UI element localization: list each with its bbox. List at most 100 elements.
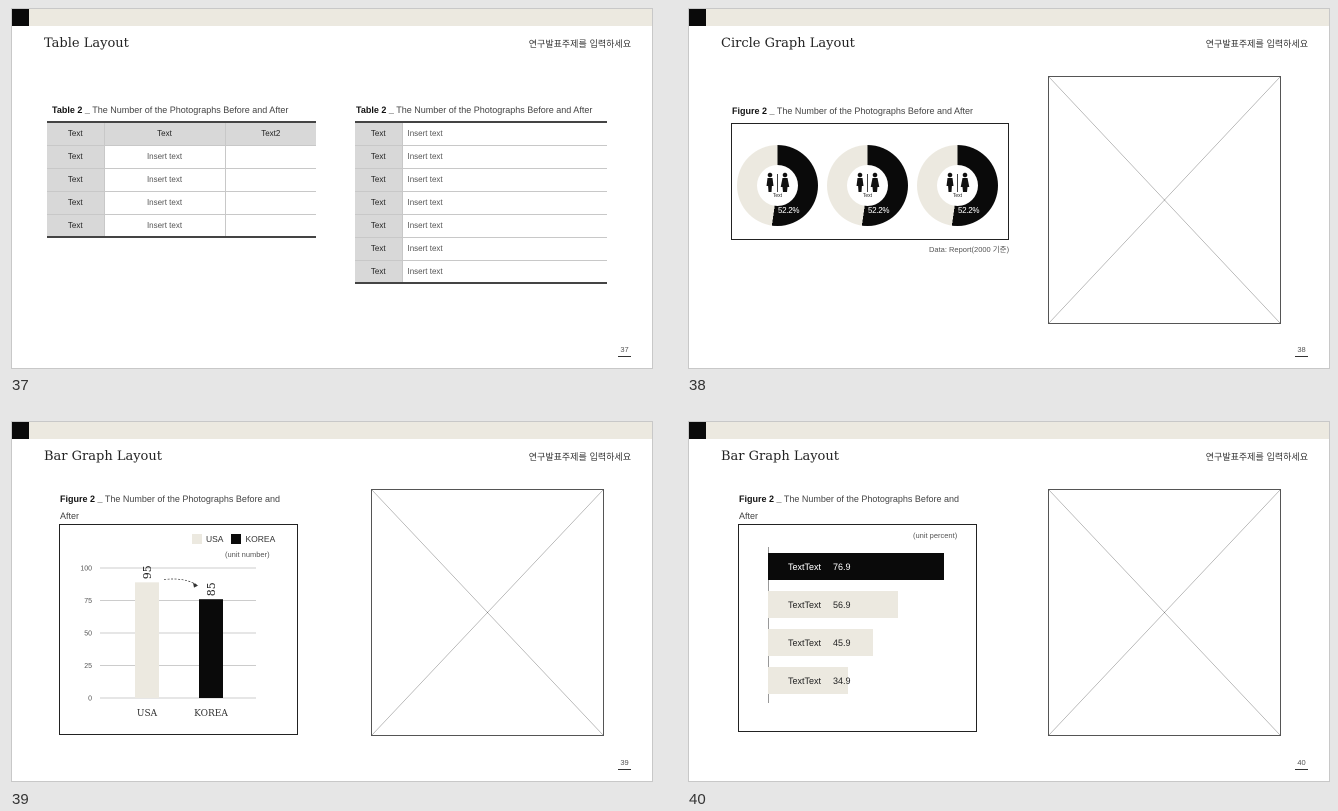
table1-row-head: Text bbox=[47, 168, 105, 192]
slide-top-bar bbox=[689, 9, 1329, 26]
table1-cell bbox=[225, 145, 316, 169]
slide-39[interactable]: Bar Graph Layout 연구발표주제를 입력하세요 Figure 2 … bbox=[11, 421, 653, 782]
slide-title: Table Layout bbox=[44, 36, 129, 51]
slide-top-bar bbox=[689, 422, 1329, 439]
donut-center-label: Text bbox=[862, 193, 873, 199]
table2-caption-bold: Table 2 _ bbox=[356, 105, 394, 115]
slide-number-label: 37 bbox=[12, 377, 29, 394]
donut-hole: Text bbox=[847, 165, 888, 206]
table2-cell: Insert text bbox=[401, 191, 607, 215]
slide-corner-block bbox=[12, 422, 29, 439]
table-row: Text Insert text bbox=[47, 191, 316, 215]
table2-row-head: Text bbox=[355, 121, 402, 146]
table-row: Text Insert text bbox=[47, 214, 316, 238]
table1-row-head: Text bbox=[47, 145, 105, 169]
table-row: Text Insert text bbox=[355, 214, 607, 238]
hbar-value-label: 56.9 bbox=[833, 599, 851, 610]
table1-header-cell: Text bbox=[47, 121, 105, 146]
table-row: Text Insert text bbox=[355, 168, 607, 192]
slide-37[interactable]: Table Layout 연구발표주제를 입력하세요 Table 2 _ The… bbox=[11, 8, 653, 369]
table2-cell: Insert text bbox=[401, 214, 607, 238]
image-placeholder[interactable] bbox=[1048, 76, 1281, 324]
donut-center-label: Text bbox=[952, 193, 963, 199]
table1-cell bbox=[225, 214, 316, 238]
data-label: 85 bbox=[205, 582, 218, 596]
table2-row-head: Text bbox=[355, 168, 402, 192]
table2-row-head: Text bbox=[355, 145, 402, 169]
table1-header-cell: Text bbox=[104, 121, 226, 146]
slide-subject: 연구발표주제를 입력하세요 bbox=[1205, 40, 1308, 50]
table-row: Text Insert text bbox=[355, 237, 607, 261]
table2-cell: Insert text bbox=[401, 168, 607, 192]
hbar-figure-box: (unit percent) TextText 76.9 TextText 56.9 T… bbox=[738, 524, 977, 732]
donut-chart: Text 52.2% bbox=[827, 145, 908, 226]
slide-subject: 연구발표주제를 입력하세요 bbox=[528, 40, 631, 50]
figure-caption-text: The Number of the Photographs Before and… bbox=[774, 106, 973, 116]
slide-top-bar bbox=[12, 9, 652, 26]
table1-cell: Insert text bbox=[104, 191, 226, 215]
trend-arrow bbox=[163, 578, 199, 586]
table1-cell: Insert text bbox=[104, 145, 226, 169]
hbar-category-label: TextText bbox=[788, 561, 822, 572]
page-number: 39 bbox=[618, 758, 631, 770]
table1: Text Text Text2 Text Insert text Text In… bbox=[47, 121, 316, 238]
figure-caption: Figure 2 _ The Number of the Photographs… bbox=[739, 491, 979, 525]
figure-caption-bold: Figure 2 _ bbox=[739, 494, 782, 504]
table-row: Text Insert text bbox=[355, 121, 607, 146]
slide-number-label: 38 bbox=[689, 377, 706, 394]
hbar-value-label: 76.9 bbox=[833, 561, 851, 572]
y-tick-label: 25 bbox=[84, 663, 92, 670]
slide-corner-block bbox=[12, 9, 29, 26]
table1-caption-bold: Table 2 _ bbox=[52, 105, 90, 115]
table2: Text Insert text Text Insert text Text Inse… bbox=[355, 121, 607, 284]
table1-row-head: Text bbox=[47, 191, 105, 215]
hbar: TextText 45.9 bbox=[768, 629, 873, 656]
figure-caption: Figure 2 _ The Number of the Photographs… bbox=[60, 491, 300, 525]
hbar-value-label: 34.9 bbox=[833, 675, 851, 686]
unit-label: (unit percent) bbox=[913, 531, 958, 540]
y-tick-label: 50 bbox=[84, 631, 92, 638]
slide-number-label: 39 bbox=[12, 791, 29, 808]
slide-subject: 연구발표주제를 입력하세요 bbox=[528, 453, 631, 463]
table1-caption-text: The Number of the Photographs Before and… bbox=[89, 105, 289, 115]
table2-cell: Insert text bbox=[401, 237, 607, 261]
table2-caption-text: The Number of the Photographs Before and… bbox=[393, 105, 593, 115]
table1-header-cell: Text2 bbox=[225, 121, 316, 146]
restroom-people-icon bbox=[946, 172, 970, 192]
y-tick-label: 0 bbox=[88, 696, 92, 703]
image-placeholder[interactable] bbox=[1048, 489, 1281, 736]
table-row: Text Insert text bbox=[355, 145, 607, 169]
donut-center-label: Text bbox=[772, 193, 783, 199]
table2-row-head: Text bbox=[355, 237, 402, 261]
image-placeholder[interactable] bbox=[371, 489, 604, 736]
figure-caption-bold: Figure 2 _ bbox=[60, 494, 103, 504]
table1-row-head: Text bbox=[47, 214, 105, 238]
donut-figure-box: Text 52.2% Text 52.2% Text 52.2% bbox=[731, 123, 1009, 240]
hbar: TextText 34.9 bbox=[768, 667, 851, 694]
data-source-note: Data: Report(2000 기준) bbox=[929, 245, 1010, 254]
x-tick-label: KOREA bbox=[194, 709, 228, 719]
restroom-people-icon bbox=[766, 172, 790, 192]
table1-cell: Insert text bbox=[104, 214, 226, 238]
table1-cell bbox=[225, 168, 316, 192]
table-row: Text Insert text bbox=[47, 168, 316, 192]
table1-caption: Table 2 _ The Number of the Photographs … bbox=[52, 102, 288, 119]
table-row: Text Insert text bbox=[355, 191, 607, 215]
hbar-category-label: TextText bbox=[788, 675, 822, 686]
hbar: TextText 56.9 bbox=[768, 591, 898, 618]
table2-cell: Insert text bbox=[401, 145, 607, 169]
donut-value-label: 52.2% bbox=[958, 206, 980, 215]
hbar: TextText 76.9 bbox=[768, 553, 944, 580]
y-tick-label: 75 bbox=[84, 598, 92, 605]
donut-chart: Text 52.2% bbox=[917, 145, 998, 226]
table2-cell: Insert text bbox=[401, 121, 607, 146]
placeholder-cross-icon bbox=[1049, 77, 1280, 323]
slide-38[interactable]: Circle Graph Layout 연구발표주제를 입력하세요 Figure… bbox=[688, 8, 1330, 369]
arrow-head-icon bbox=[193, 582, 198, 588]
slide-title: Circle Graph Layout bbox=[721, 36, 855, 51]
slide-top-bar bbox=[12, 422, 652, 439]
table2-caption: Table 2 _ The Number of the Photographs … bbox=[356, 102, 592, 119]
slide-corner-block bbox=[689, 9, 706, 26]
slide-40[interactable]: Bar Graph Layout 연구발표주제를 입력하세요 Figure 2 … bbox=[688, 421, 1330, 782]
page-number: 40 bbox=[1295, 758, 1308, 770]
